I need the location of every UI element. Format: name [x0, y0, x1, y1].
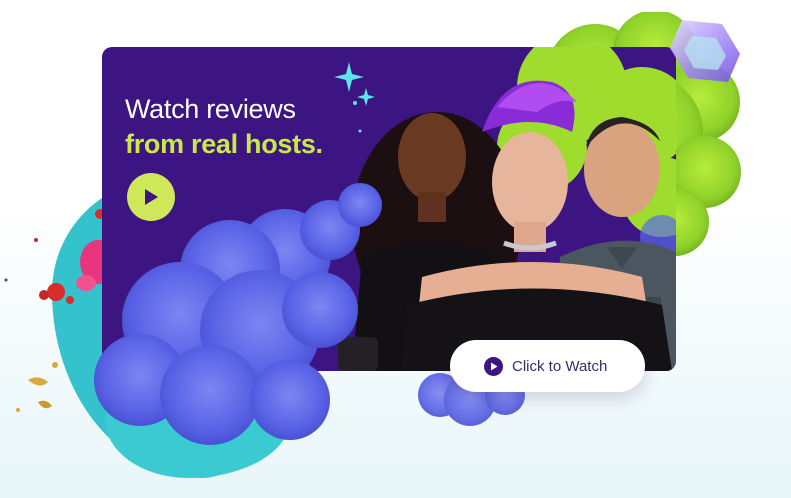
- play-icon: [145, 189, 158, 205]
- headline-line-1: Watch reviews: [125, 94, 296, 124]
- hero-banner: Watch reviews from real hosts. Click to …: [0, 0, 791, 498]
- click-to-watch-button[interactable]: Click to Watch: [450, 340, 645, 392]
- headline-line-2: from real hosts.: [125, 129, 323, 159]
- cta-label: Click to Watch: [512, 357, 608, 375]
- play-button[interactable]: [127, 173, 175, 221]
- play-icon: [484, 356, 503, 376]
